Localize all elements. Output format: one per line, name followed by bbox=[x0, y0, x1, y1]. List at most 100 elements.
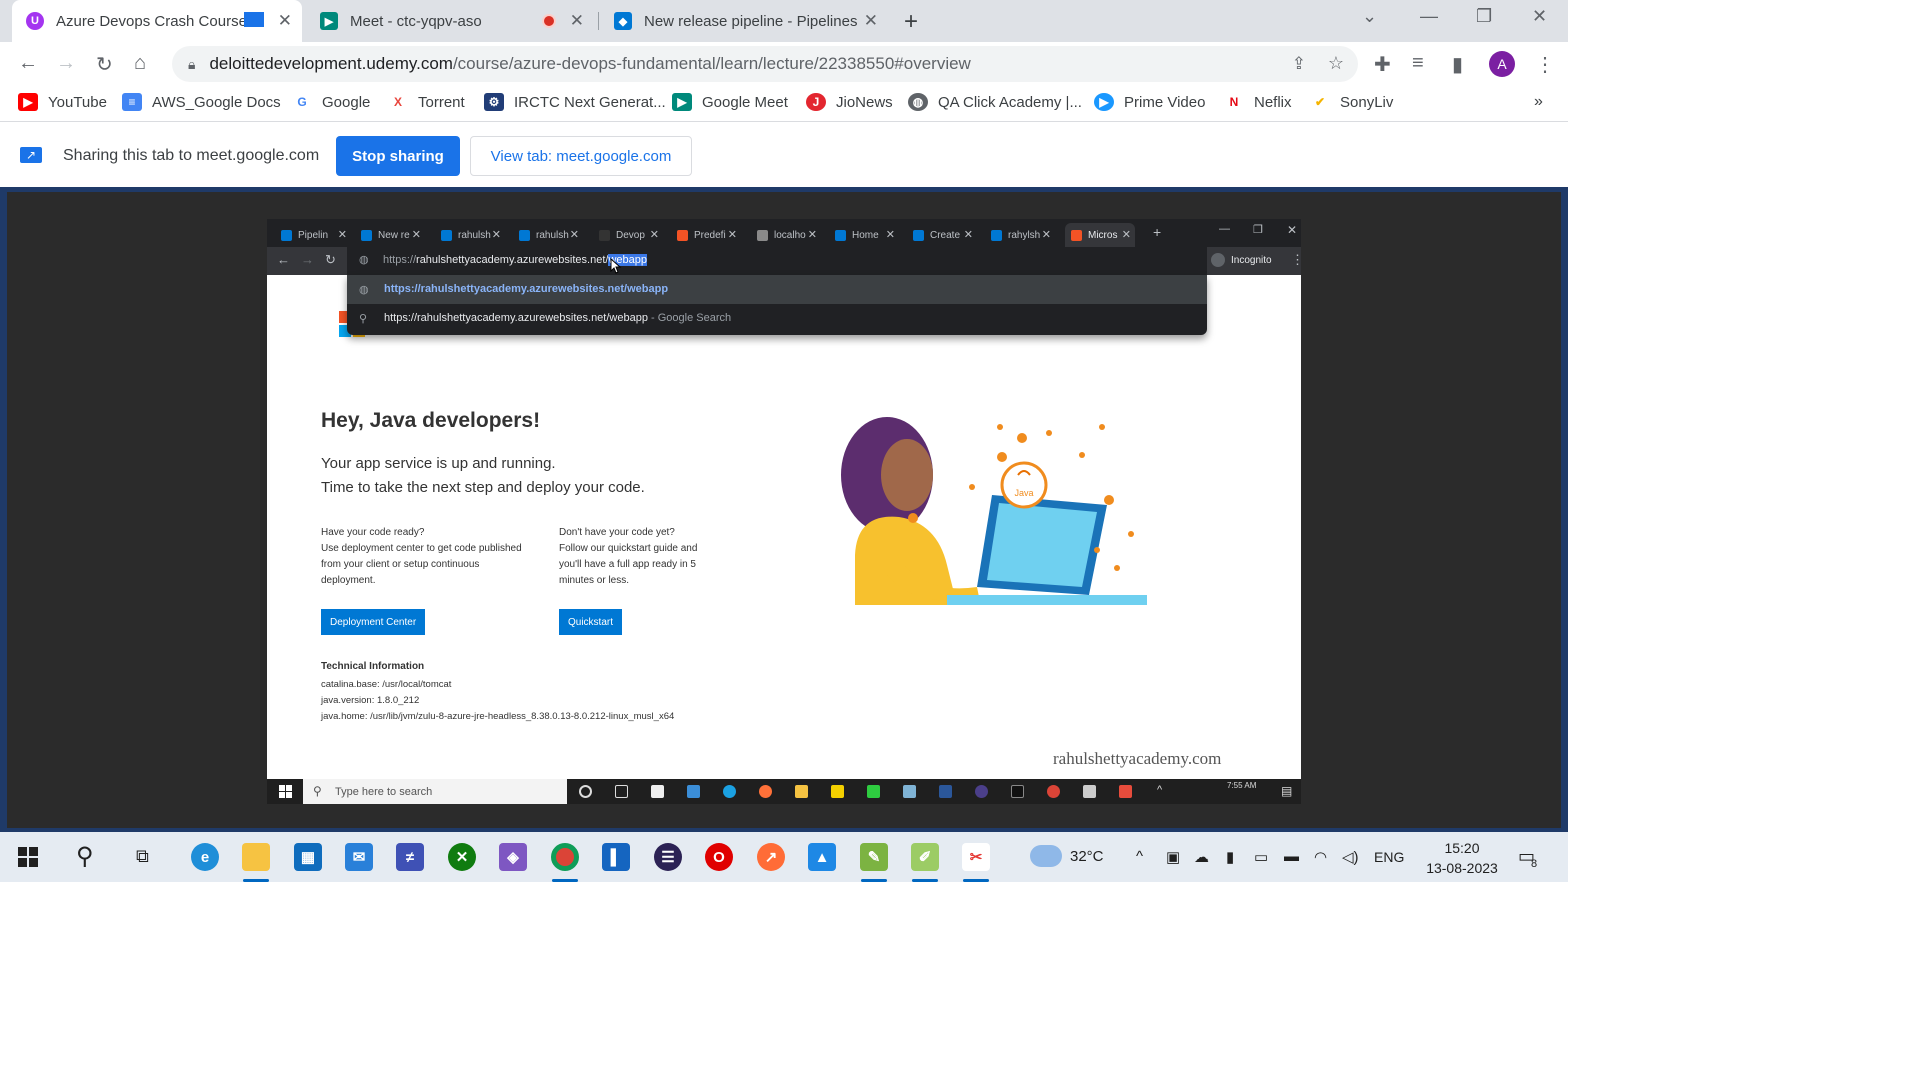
file-explorer-icon[interactable] bbox=[795, 785, 808, 798]
tray-chevron-icon[interactable]: ^ bbox=[1136, 848, 1143, 865]
bookmark-google-meet[interactable]: ▶ Google Meet bbox=[672, 93, 788, 111]
minimize-icon[interactable]: — bbox=[1420, 6, 1438, 27]
volume-icon[interactable]: ◁) bbox=[1342, 848, 1359, 866]
weather-icon[interactable] bbox=[1030, 845, 1062, 867]
paint-icon[interactable]: ✐ bbox=[911, 843, 939, 871]
close-icon[interactable]: ✕ bbox=[808, 228, 817, 241]
windows-start-icon[interactable] bbox=[279, 785, 292, 798]
reload-icon[interactable]: ↻ bbox=[325, 252, 336, 268]
minimize-icon[interactable]: — bbox=[1219, 223, 1230, 235]
close-icon[interactable]: ✕ bbox=[728, 228, 737, 241]
extensions-icon[interactable]: ✚ bbox=[1374, 52, 1391, 77]
opera-icon[interactable]: O bbox=[705, 843, 733, 871]
store-icon[interactable] bbox=[651, 785, 664, 798]
suggestion-item[interactable]: ⚲ https://rahulshettyacademy.azurewebsit… bbox=[347, 304, 1207, 333]
task-view-icon[interactable] bbox=[615, 785, 628, 798]
xbox-icon[interactable]: ✕ bbox=[448, 843, 476, 871]
inner-tab[interactable]: Pipelin ✕ bbox=[281, 223, 351, 247]
bookmark-youtube[interactable]: ▶ YouTube bbox=[18, 93, 107, 111]
app-icon[interactable]: ≠ bbox=[396, 843, 424, 871]
reload-icon[interactable]: ↻ bbox=[96, 52, 113, 77]
bookmark-irctc[interactable]: ⚙ IRCTC Next Generat... bbox=[484, 93, 666, 111]
bookmark-aws-docs[interactable]: ≡ AWS_Google Docs bbox=[122, 93, 281, 111]
close-tab-icon[interactable]: ✕ bbox=[278, 11, 292, 31]
close-window-icon[interactable]: ✕ bbox=[1287, 223, 1297, 237]
mail-icon[interactable] bbox=[687, 785, 700, 798]
inner-tab[interactable]: New re ✕ bbox=[361, 223, 425, 247]
back-arrow-icon[interactable]: ← bbox=[18, 52, 38, 75]
file-explorer-icon[interactable] bbox=[242, 843, 270, 871]
new-tab-icon[interactable]: + bbox=[1153, 224, 1161, 240]
inner-search-box[interactable]: ⚲ Type here to search bbox=[303, 779, 567, 804]
eclipse-icon[interactable]: ☰ bbox=[654, 843, 682, 871]
close-icon[interactable]: ✕ bbox=[492, 228, 501, 241]
close-icon[interactable]: ✕ bbox=[570, 228, 579, 241]
chrome-icon[interactable] bbox=[1047, 785, 1060, 798]
forward-arrow-icon[interactable]: → bbox=[56, 52, 76, 75]
eclipse-icon[interactable] bbox=[975, 785, 988, 798]
task-view-icon[interactable]: ⧉ bbox=[136, 846, 149, 867]
display-icon[interactable]: ▭ bbox=[1254, 848, 1268, 866]
close-icon[interactable]: ✕ bbox=[886, 228, 895, 241]
kebab-menu-icon[interactable]: ⋮ bbox=[1291, 252, 1301, 268]
close-icon[interactable]: ✕ bbox=[650, 228, 659, 241]
close-tab-icon[interactable]: ✕ bbox=[570, 11, 584, 31]
forward-arrow-icon[interactable]: → bbox=[301, 252, 314, 267]
close-icon[interactable]: ✕ bbox=[338, 228, 347, 241]
close-tab-icon[interactable]: ✕ bbox=[864, 11, 878, 31]
inner-tab[interactable]: localho ✕ bbox=[757, 223, 821, 247]
notifications-icon[interactable]: ▤ bbox=[1281, 784, 1292, 798]
close-icon[interactable]: ✕ bbox=[964, 228, 973, 241]
bookmark-netflix[interactable]: N Neflix bbox=[1224, 93, 1292, 111]
bookmark-jionews[interactable]: J JioNews bbox=[806, 93, 893, 111]
onedrive-icon[interactable]: ☁ bbox=[1194, 848, 1209, 866]
back-arrow-icon[interactable]: ← bbox=[277, 252, 290, 267]
inner-tab[interactable]: rahulsh ✕ bbox=[441, 223, 505, 247]
system-clock[interactable]: 15:20 13-08-2023 bbox=[1418, 838, 1506, 878]
windows-start-icon[interactable] bbox=[18, 847, 38, 867]
tab-meet[interactable]: ▶ Meet - ctc-yqpv-aso ✕ bbox=[306, 0, 594, 42]
share-icon[interactable]: ⇪ bbox=[1292, 54, 1306, 74]
home-icon[interactable]: ⌂ bbox=[134, 52, 146, 75]
wifi-icon[interactable]: ◠ bbox=[1314, 848, 1327, 866]
copilot-icon[interactable]: ◈ bbox=[499, 843, 527, 871]
temperature[interactable]: 32°C bbox=[1070, 848, 1104, 865]
kebab-menu-icon[interactable]: ⋮ bbox=[1535, 52, 1555, 77]
close-icon[interactable]: ✕ bbox=[1042, 228, 1051, 241]
snipping-tool-icon[interactable]: ✂ bbox=[962, 843, 990, 871]
address-bar[interactable]: 🔒︎ deloittedevelopment.udemy.com/course/… bbox=[172, 46, 1358, 82]
word-icon[interactable] bbox=[939, 785, 952, 798]
chrome-icon[interactable] bbox=[551, 843, 579, 871]
incognito-indicator[interactable]: Incognito bbox=[1211, 253, 1272, 267]
inner-tab[interactable]: Predefi ✕ bbox=[677, 223, 741, 247]
tab-udemy[interactable]: U Azure Devops Crash Course ✕ bbox=[12, 0, 302, 42]
close-window-icon[interactable]: ✕ bbox=[1532, 6, 1547, 27]
tray-arrow-icon[interactable]: ^ bbox=[1157, 784, 1162, 796]
edge-icon[interactable] bbox=[723, 785, 736, 798]
inner-tab[interactable]: Devop ✕ bbox=[599, 223, 663, 247]
store-icon[interactable]: ▦ bbox=[294, 843, 322, 871]
inner-tab[interactable]: rahulsh ✕ bbox=[519, 223, 583, 247]
stop-sharing-button[interactable]: Stop sharing bbox=[336, 136, 460, 176]
app-icon[interactable] bbox=[1119, 785, 1132, 798]
bookmark-prime-video[interactable]: ▶ Prime Video bbox=[1094, 93, 1205, 111]
bookmark-torrent[interactable]: X Torrent bbox=[388, 93, 465, 111]
bookmark-qa-click[interactable]: ◍ QA Click Academy |... bbox=[908, 93, 1082, 111]
profile-avatar[interactable]: A bbox=[1489, 51, 1515, 77]
battery-icon[interactable]: ▬ bbox=[1284, 848, 1299, 865]
close-icon[interactable]: ✕ bbox=[1122, 228, 1131, 241]
close-icon[interactable]: ✕ bbox=[412, 228, 421, 241]
side-panel-icon[interactable]: ▮ bbox=[1452, 52, 1463, 77]
quickstart-button[interactable]: Quickstart bbox=[559, 609, 623, 635]
lock-icon[interactable]: 🔒︎ bbox=[188, 56, 195, 73]
inner-tab[interactable]: Home ✕ bbox=[835, 223, 899, 247]
bookmark-star-icon[interactable]: ☆ bbox=[1328, 53, 1344, 74]
inner-tab-active[interactable]: Micros ✕ bbox=[1065, 223, 1135, 247]
firefox-icon[interactable] bbox=[759, 785, 772, 798]
terminal-icon[interactable] bbox=[1011, 785, 1024, 798]
microphone-icon[interactable]: ▮ bbox=[1226, 848, 1234, 866]
app-icon[interactable] bbox=[903, 785, 916, 798]
inner-address-bar[interactable]: ◍ https://rahulshettyacademy.azurewebsit… bbox=[347, 247, 1207, 275]
edge-icon[interactable]: e bbox=[191, 843, 219, 871]
search-icon[interactable]: ⚲ bbox=[76, 842, 94, 871]
